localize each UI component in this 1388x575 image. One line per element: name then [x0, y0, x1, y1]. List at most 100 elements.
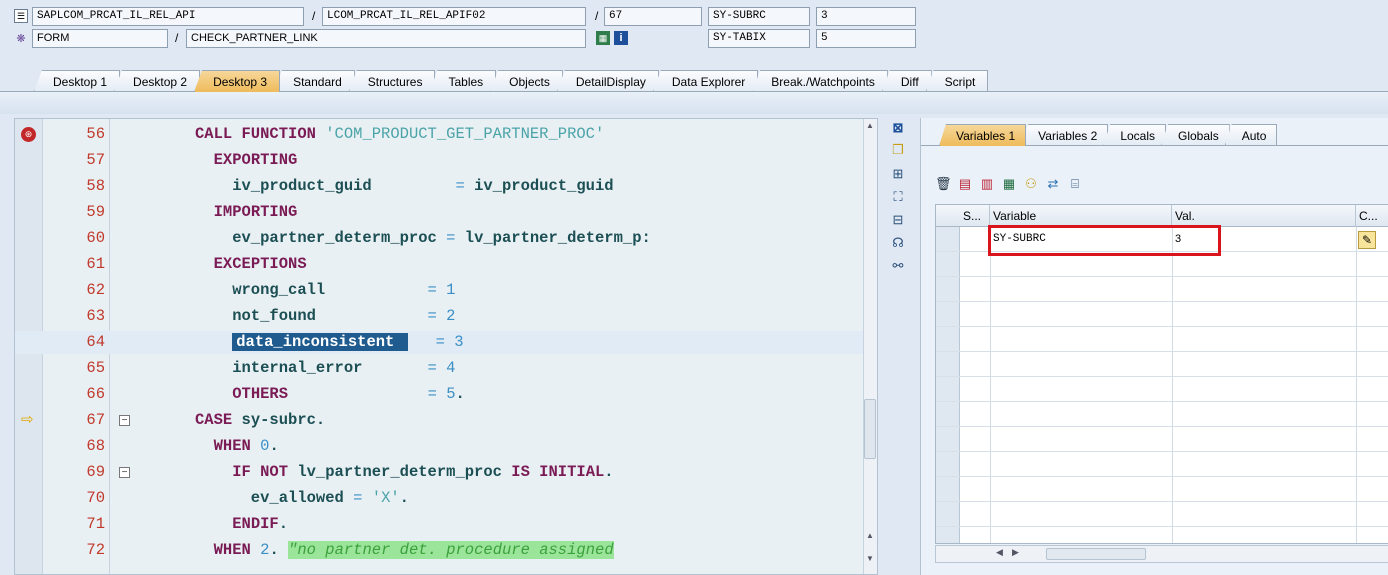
table-row[interactable]: [936, 452, 1388, 477]
col-value[interactable]: Val.: [1172, 205, 1356, 227]
tree-icon[interactable]: ⚯: [890, 258, 906, 274]
scroll-thumb[interactable]: [864, 399, 876, 459]
tab-variables-2[interactable]: Variables 2: [1021, 124, 1109, 146]
transfer-icon[interactable]: ⇄: [1045, 176, 1061, 192]
scroll-down-icon[interactable]: ▼: [866, 554, 874, 563]
fullscreen-icon[interactable]: ⛶: [890, 189, 906, 205]
scroll-up-icon[interactable]: ▲: [866, 121, 874, 130]
code-line[interactable]: 71 ENDIF.: [15, 513, 865, 536]
tab-variables-1[interactable]: Variables 1: [939, 124, 1027, 146]
line-number: 72: [86, 541, 105, 559]
variables-panel: Variables 1 Variables 2 Locals Globals Auto …: [920, 118, 1388, 575]
tab-standard[interactable]: Standard: [274, 70, 355, 92]
code-line[interactable]: 62 wrong_call = 1: [15, 279, 865, 302]
path-separator: /: [175, 31, 179, 45]
fold-toggle-icon[interactable]: −: [119, 415, 130, 426]
table-row[interactable]: [936, 427, 1388, 452]
folder-icon[interactable]: ⌸: [1067, 176, 1083, 192]
append-row-icon[interactable]: ▥: [979, 176, 995, 192]
line-number: 70: [86, 489, 105, 507]
maximize-icon[interactable]: ⊟: [890, 212, 906, 228]
headset-icon[interactable]: ☊: [890, 235, 906, 251]
tab-detaildisplay[interactable]: DetailDisplay: [556, 70, 659, 92]
code-text: ev_partner_determ_proc = lv_partner_dete…: [195, 229, 651, 247]
tab-diff[interactable]: Diff: [881, 70, 932, 92]
table-row[interactable]: [936, 477, 1388, 502]
table-row[interactable]: [936, 277, 1388, 302]
code-line[interactable]: 72 WHEN 2. "no partner det. procedure as…: [15, 539, 865, 562]
watch-var2-value[interactable]: 5: [816, 29, 916, 48]
breakpoint-icon[interactable]: ⊛: [21, 127, 36, 142]
close-icon[interactable]: ⊠: [890, 120, 906, 136]
code-line[interactable]: 58 iv_product_guid = iv_product_guid: [15, 175, 865, 198]
code-line[interactable]: 69 IF NOT lv_partner_determ_proc IS INIT…: [15, 461, 865, 484]
scroll-left-icon[interactable]: ◀: [996, 547, 1003, 558]
tab-structures[interactable]: Structures: [348, 70, 436, 92]
scroll-up-icon[interactable]: ▲: [866, 531, 874, 540]
tab-globals[interactable]: Globals: [1161, 124, 1230, 146]
tab-locals[interactable]: Locals: [1103, 124, 1166, 146]
table-row[interactable]: [936, 327, 1388, 352]
new-window-icon[interactable]: ❐: [890, 142, 906, 158]
program-field[interactable]: SAPLCOM_PRCAT_IL_REL_API: [32, 7, 304, 26]
scroll-right-icon[interactable]: ▶: [1012, 547, 1019, 558]
watch-var2-name[interactable]: SY-TABIX: [708, 29, 810, 48]
code-line[interactable]: 64 data_inconsistent = 3: [15, 331, 865, 354]
horizontal-scroll-thumb[interactable]: [1046, 548, 1146, 560]
insert-row-icon[interactable]: ▤: [957, 176, 973, 192]
event-name-field[interactable]: CHECK_PARTNER_LINK: [186, 29, 586, 48]
edit-pencil-icon[interactable]: ✎: [1358, 231, 1376, 249]
line-number: 59: [86, 203, 105, 221]
tab-desktop-2[interactable]: Desktop 2: [114, 70, 201, 92]
col-status[interactable]: S...: [960, 205, 990, 227]
table-row[interactable]: [936, 502, 1388, 527]
info-icon[interactable]: i: [614, 31, 628, 45]
tab-auto[interactable]: Auto: [1224, 124, 1278, 146]
grid-horizontal-scrollbar[interactable]: ◀ ▶: [935, 545, 1388, 563]
table-row[interactable]: [936, 302, 1388, 327]
code-line[interactable]: 65 internal_error = 4: [15, 357, 865, 380]
line-number: 58: [86, 177, 105, 195]
code-line[interactable]: 61 EXCEPTIONS: [15, 253, 865, 276]
remove-row-icon[interactable]: ▦: [1001, 176, 1017, 192]
code-text: OTHERS = 5.: [232, 385, 465, 403]
code-text: IMPORTING: [213, 203, 298, 221]
watch-var1-name[interactable]: SY-SUBRC: [708, 7, 810, 26]
table-row[interactable]: [936, 527, 1388, 543]
line-field[interactable]: 67: [604, 7, 702, 26]
code-line[interactable]: 56 CALL FUNCTION 'COM_PRODUCT_GET_PARTNER…: [15, 123, 865, 146]
code-line[interactable]: 60 ev_partner_determ_proc = lv_partner_d…: [15, 227, 865, 250]
code-editor[interactable]: 56 CALL FUNCTION 'COM_PRODUCT_GET_PARTNER…: [14, 118, 878, 575]
code-line[interactable]: 67 CASE sy-subrc. ⇨ −: [15, 409, 865, 432]
code-line[interactable]: 68 WHEN 0.: [15, 435, 865, 458]
table-row[interactable]: [936, 377, 1388, 402]
line-number: 64: [86, 333, 105, 351]
delete-icon[interactable]: 🗑: [935, 176, 952, 192]
code-line[interactable]: 66 OTHERS = 5.: [15, 383, 865, 406]
select-icon[interactable]: ▦: [596, 31, 610, 45]
variables-toolbar: 🗑 ▤ ▥ ▦ ⚇ ⇄ ⌸: [935, 176, 1083, 194]
tab-script[interactable]: Script: [925, 70, 989, 92]
tab-objects[interactable]: Objects: [490, 70, 563, 92]
tab-data-explorer[interactable]: Data Explorer: [652, 70, 759, 92]
code-line[interactable]: 59 IMPORTING: [15, 201, 865, 224]
tab-tables[interactable]: Tables: [429, 70, 497, 92]
table-row[interactable]: [936, 352, 1388, 377]
col-variable[interactable]: Variable: [990, 205, 1172, 227]
editor-vertical-scrollbar[interactable]: ▲ ▲ ▼: [863, 119, 877, 574]
col-change[interactable]: C...: [1356, 205, 1388, 227]
fold-toggle-icon[interactable]: −: [119, 467, 130, 478]
code-line[interactable]: 63 not_found = 2: [15, 305, 865, 328]
split-view-icon[interactable]: ⊞: [890, 166, 906, 182]
code-line[interactable]: 70 ev_allowed = 'X'.: [15, 487, 865, 510]
watch-var1-value[interactable]: 3: [816, 7, 916, 26]
code-line[interactable]: 57 EXPORTING: [15, 149, 865, 172]
code-text: wrong_call = 1: [195, 281, 456, 299]
include-field[interactable]: LCOM_PRCAT_IL_REL_APIF02: [322, 7, 586, 26]
event-type-field[interactable]: FORM: [32, 29, 168, 48]
tab-desktop-3[interactable]: Desktop 3: [194, 70, 281, 92]
tab-break-watchpoints[interactable]: Break./Watchpoints: [752, 70, 888, 92]
structure-icon[interactable]: ⚇: [1023, 176, 1039, 192]
tab-desktop-1[interactable]: Desktop 1: [34, 70, 121, 92]
table-row[interactable]: [936, 402, 1388, 427]
